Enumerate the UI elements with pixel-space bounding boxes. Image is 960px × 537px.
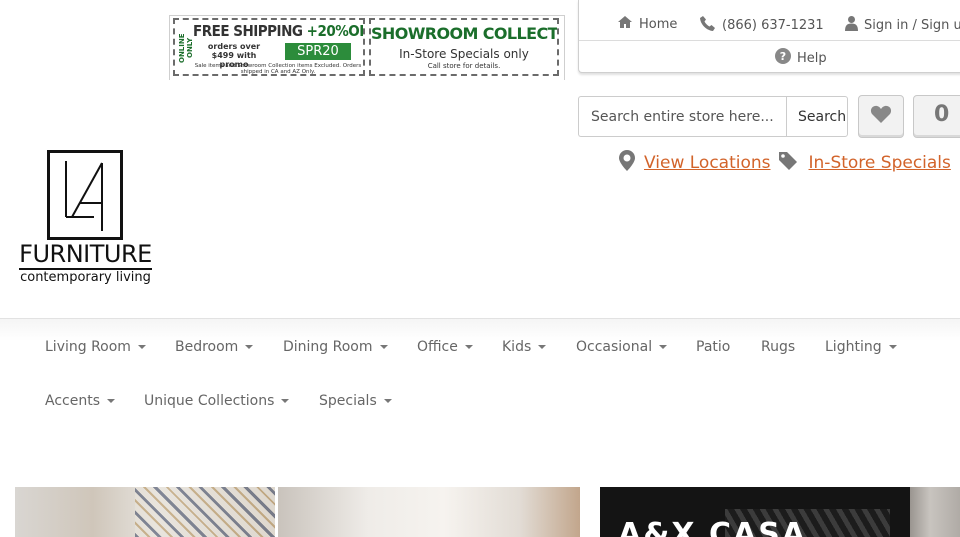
free-shipping-text: FREE SHIPPING: [193, 22, 303, 40]
promo-banner-area: ONLINE ONLY FREE SHIPPING +20%OFF orders…: [169, 15, 565, 80]
map-marker-icon: [619, 150, 635, 175]
caret-down-icon: [379, 345, 388, 349]
logo-wordmark: FURNITURE: [19, 240, 152, 268]
nav-label: Patio: [696, 339, 731, 355]
showroom-fine-print: Call store for details.: [427, 62, 501, 70]
quick-links-panel: Home (866) 637-1231 Sign in / Sign up ? …: [578, 0, 960, 73]
nav-item-occasional[interactable]: Occasional: [576, 339, 668, 355]
phone-link[interactable]: (866) 637-1231: [699, 15, 824, 36]
caret-down-icon: [659, 345, 668, 349]
hero-image-sofa: [910, 487, 960, 537]
nav-item-kids[interactable]: Kids: [502, 339, 547, 355]
nav-item-dining-room[interactable]: Dining Room: [283, 339, 388, 355]
nav-item-specials[interactable]: Specials: [319, 393, 392, 409]
nav-item-rugs[interactable]: Rugs: [761, 339, 795, 355]
cart-count: 0: [934, 102, 950, 127]
heart-icon: [870, 105, 892, 128]
home-link[interactable]: Home: [617, 15, 677, 33]
nav-item-accents[interactable]: Accents: [45, 393, 115, 409]
home-link-label: Home: [639, 16, 678, 32]
free-shipping-promo-banner[interactable]: ONLINE ONLY FREE SHIPPING +20%OFF orders…: [173, 18, 365, 76]
quick-links-row: Home (866) 637-1231 Sign in / Sign up: [579, 0, 960, 41]
showroom-subtitle: In-Store Specials only: [399, 47, 529, 61]
phone-number: (866) 637-1231: [722, 18, 824, 33]
locations-row: View Locations In-Store Specials: [619, 150, 951, 175]
sign-in-link[interactable]: Sign in / Sign up: [845, 15, 960, 35]
caret-down-icon: [137, 345, 146, 349]
hero-image-chair: [278, 487, 580, 537]
nav-label: Rugs: [761, 339, 796, 355]
user-icon: [845, 15, 858, 35]
search-input[interactable]: [578, 96, 786, 137]
cart-button[interactable]: 0: [913, 95, 960, 138]
caret-down-icon: [281, 399, 290, 403]
showroom-title: SHOWROOM COLLECTION: [371, 24, 558, 43]
sign-in-label: Sign in / Sign up: [864, 17, 960, 33]
site-logo[interactable]: FURNITURE contemporary living: [19, 150, 152, 290]
nav-label: Bedroom: [175, 339, 239, 355]
hero-promo-panel: A&X CASA: [600, 487, 910, 537]
nav-label: Office: [417, 339, 458, 355]
caret-down-icon: [245, 345, 254, 349]
tag-icon: [778, 151, 798, 175]
logo-tagline: contemporary living: [20, 270, 151, 285]
hero-banner[interactable]: A&X CASA: [15, 487, 960, 537]
caret-down-icon: [107, 399, 115, 403]
nav-item-unique-collections[interactable]: Unique Collections: [144, 393, 290, 409]
phone-icon: [699, 15, 716, 36]
in-store-specials-link[interactable]: In-Store Specials: [809, 153, 951, 173]
caret-down-icon: [464, 345, 473, 349]
caret-down-icon: [538, 345, 547, 349]
online-only-label: ONLINE ONLY: [178, 33, 194, 63]
caret-down-icon: [383, 399, 392, 403]
nav-label: Specials: [319, 393, 377, 409]
logo-monogram: [47, 150, 123, 240]
promo-code: SPR20: [285, 43, 351, 60]
showroom-collection-banner[interactable]: SHOWROOM COLLECTION In-Store Specials on…: [369, 18, 559, 76]
view-locations-link[interactable]: View Locations: [644, 153, 771, 173]
hero-decor-pattern: [135, 487, 275, 537]
nav-label: Living Room: [45, 339, 131, 355]
nav-item-patio[interactable]: Patio: [696, 339, 730, 355]
help-icon: ?: [775, 48, 791, 68]
nav-label: Kids: [502, 339, 532, 355]
svg-text:?: ?: [780, 50, 786, 63]
help-link[interactable]: ? Help: [775, 48, 827, 68]
caret-down-icon: [888, 345, 897, 349]
nav-item-living-room[interactable]: Living Room: [45, 339, 146, 355]
promo-offer: +20%OFF: [306, 22, 363, 40]
promo-fine-print: Sale items and Showroom Collection items…: [194, 63, 362, 75]
nav-item-bedroom[interactable]: Bedroom: [175, 339, 254, 355]
nav-item-office[interactable]: Office: [417, 339, 473, 355]
nav-label: Unique Collections: [144, 393, 275, 409]
main-navigation: Living Room Bedroom Dining Room Office K…: [0, 318, 960, 437]
hero-image-living-room: [15, 487, 275, 537]
home-icon: [617, 15, 633, 33]
nav-label: Lighting: [825, 339, 882, 355]
search-button[interactable]: Search: [786, 96, 848, 137]
hero-banner-title: A&X CASA: [618, 517, 808, 537]
free-shipping-title: FREE SHIPPING +20%OFF: [193, 22, 363, 40]
help-label: Help: [797, 50, 827, 66]
nav-label: Occasional: [576, 339, 653, 355]
nav-label: Accents: [45, 393, 100, 409]
wishlist-button[interactable]: [858, 95, 904, 138]
nav-label: Dining Room: [283, 339, 373, 355]
nav-item-lighting[interactable]: Lighting: [825, 339, 897, 355]
